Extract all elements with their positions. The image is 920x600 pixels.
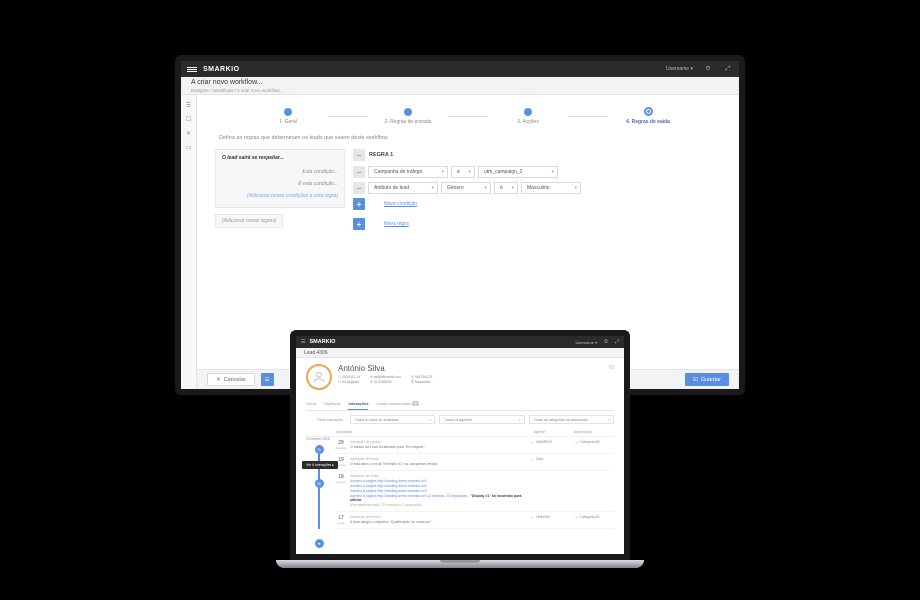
instruction-text: Defina as regras que determinam os leads… [219, 135, 721, 141]
col-activity: Actividade [336, 430, 534, 434]
step-1[interactable]: 1. Geral [248, 108, 328, 125]
laptop-window: ☰ SMARKIO Username ▾ ⏲ ⤢ Lead 4306 Antón… [290, 330, 630, 568]
collapse-rule-button[interactable]: − [353, 149, 365, 161]
timeline-item: 19quinta Interação de emailO lead abriu … [336, 454, 614, 471]
user-icon: ☺ [530, 515, 534, 520]
condition-row-2: − Atributo de lead Género é Masculino [353, 182, 721, 194]
laptop-topbar: ☰ SMARKIO Username ▾ ⏲ ⤢ [296, 336, 624, 348]
lead-meta: ☐ 2015-02-19☐ 64 páginas ✉ as@abcmail.co… [338, 375, 603, 386]
cond2-field-select[interactable]: Atributo de lead [368, 182, 438, 194]
new-rule-row: + Nova regra [353, 218, 721, 230]
step-4[interactable]: 4. Regras de saída [608, 107, 688, 125]
subheader: A criar novo workflow... Designer / Work… [181, 77, 739, 95]
hamburger-icon[interactable]: ☰ [301, 339, 305, 345]
tab-objetivos[interactable]: Objetivos [324, 398, 341, 410]
avatar [306, 364, 332, 390]
timeline-header: Actividade Agente Automação [306, 428, 614, 437]
col-automation: Automação [574, 430, 614, 434]
filter-category[interactable]: Todas as categorias de automação [529, 415, 614, 424]
remove-condition-1[interactable]: − [353, 166, 365, 178]
cond1-field-select[interactable]: Campanha de tráfego [368, 166, 448, 178]
cond1-op-select[interactable]: é [451, 166, 475, 178]
lead-name: António Silva [338, 364, 603, 373]
filter-type[interactable]: Todos os tipos de actividade [350, 415, 435, 424]
filter-row: Filtrar interações Todos os tipos de act… [306, 415, 614, 424]
clock-icon[interactable]: ⏲ [703, 64, 713, 74]
timeline-item: 18quarta Interação de visita Acedeu à pá… [336, 471, 614, 512]
stepper: 1. Geral 2. Regras de entrada 3. Acções … [215, 107, 721, 125]
panel-title: O lead sairá se respeitar... [222, 155, 338, 161]
lead-body: António Silva ☐ 2015-02-19☐ 64 páginas ✉… [296, 358, 624, 554]
expand-icon[interactable]: ⤢ [615, 339, 619, 345]
tab-leads-relacionados[interactable]: Leads relacionados 2 [376, 398, 418, 410]
new-condition-link[interactable]: Nova condição [384, 201, 417, 207]
filter-agent[interactable]: Todos os agentes [439, 415, 524, 424]
user-icon: ☺ [530, 457, 534, 462]
remove-condition-2[interactable]: − [353, 182, 365, 194]
close-icon[interactable]: ⊟ [609, 364, 614, 371]
sidebar-chart-icon[interactable]: ▭ [185, 143, 193, 151]
sidebar-shuffle-icon[interactable]: ✕ [185, 129, 193, 137]
cond2-attr-select[interactable]: Género [441, 182, 491, 194]
timeline-dot-3[interactable]: ★ [315, 539, 324, 548]
panel-add-condition[interactable]: (Adicionar novas condições a esta regra) [222, 190, 338, 202]
rule-editor: O lead sairá se respeitar... Esta condiç… [215, 149, 721, 234]
timeline-dot-2[interactable]: ✉ [315, 479, 324, 488]
laptop-base [276, 560, 644, 568]
add-rules-hint[interactable]: (Adicionar novas regras) [215, 214, 283, 228]
sidebar-users-icon[interactable]: ☰ [185, 101, 193, 109]
month-label-1: Fevereiro 2015 [306, 437, 336, 441]
tab-interacoes[interactable]: Interações [348, 398, 368, 410]
cond2-value-select[interactable]: Masculino [521, 182, 581, 194]
tag-icon: ⇥ [574, 440, 577, 445]
sidebar-box-icon[interactable]: ☐ [185, 115, 193, 123]
timeline-item: 29domingo Interação de pedidoO estado da… [336, 437, 614, 454]
lead-tabs: Geral Objetivos Interações Leads relacio… [306, 398, 614, 411]
add-rule-button[interactable]: + [353, 218, 365, 230]
timeline-dot-1[interactable]: ◷ [315, 445, 324, 454]
workflow-body: 1. Geral 2. Regras de entrada 3. Acções … [197, 95, 739, 369]
cond1-value-select[interactable]: utm_campaign_2 [478, 166, 558, 178]
new-rule-link[interactable]: Nova regra [384, 221, 409, 227]
brand-logo: SMARKIO [309, 339, 335, 345]
user-icon [312, 370, 326, 384]
new-condition-row: + Nova condição [353, 198, 721, 210]
panel-row-1: Esta condição... [222, 166, 338, 178]
page-title: A criar novo workflow... [191, 79, 263, 86]
cond2-op-select[interactable]: é [494, 182, 518, 194]
rule-header: − REGRA 1 [353, 149, 721, 161]
timeline-tooltip[interactable]: Ver 6 interações ▸ [302, 461, 338, 469]
lead-id-title: Lead 4306 [304, 350, 328, 356]
topbar: SMARKIO Username ▾ ⏲ ⤢ [181, 61, 739, 77]
laptop-subheader: Lead 4306 [296, 348, 624, 358]
breadcrumb: Designer / Workflows / A criar novo work… [191, 88, 283, 93]
col-agent: Agente [534, 430, 574, 434]
condition-row-1: − Campanha de tráfego é utm_campaign_2 [353, 166, 721, 178]
filter-label: Filtrar interações [306, 418, 346, 422]
user-icon: ☺ [530, 440, 534, 445]
tab-geral[interactable]: Geral [306, 398, 316, 410]
panel-row-2: E esta condição... [222, 178, 338, 190]
footer-extra-button[interactable]: ☰ [261, 373, 274, 386]
tag-icon: ⇥ [574, 515, 577, 520]
rule-name: REGRA 1 [369, 152, 393, 158]
cancel-button[interactable]: ✕ Cancelar [207, 373, 255, 386]
hamburger-icon[interactable] [187, 67, 197, 72]
clock-icon[interactable]: ⏲ [604, 339, 608, 345]
lead-header: António Silva ☐ 2015-02-19☐ 64 páginas ✉… [306, 364, 614, 394]
user-menu[interactable]: Username ▾ [666, 66, 693, 72]
expand-icon[interactable]: ⤢ [723, 64, 733, 74]
timeline-item: 17terça Interação de eventoA lead atingi… [336, 512, 614, 529]
user-menu[interactable]: Username ▾ [576, 340, 598, 345]
timeline: Fevereiro 2015 ◷ Ver 6 interações ▸ ✉ ★ … [306, 437, 614, 529]
add-condition-button[interactable]: + [353, 198, 365, 210]
step-2[interactable]: 2. Regras de entrada [368, 108, 448, 125]
brand-logo: SMARKIO [203, 66, 240, 73]
save-button[interactable]: ☑ Guardar [685, 373, 729, 386]
sidebar: ☰ ☐ ✕ ▭ [181, 95, 197, 389]
step-3[interactable]: 3. Acções [488, 108, 568, 125]
rule-summary-panel: O lead sairá se respeitar... Esta condiç… [215, 149, 345, 208]
